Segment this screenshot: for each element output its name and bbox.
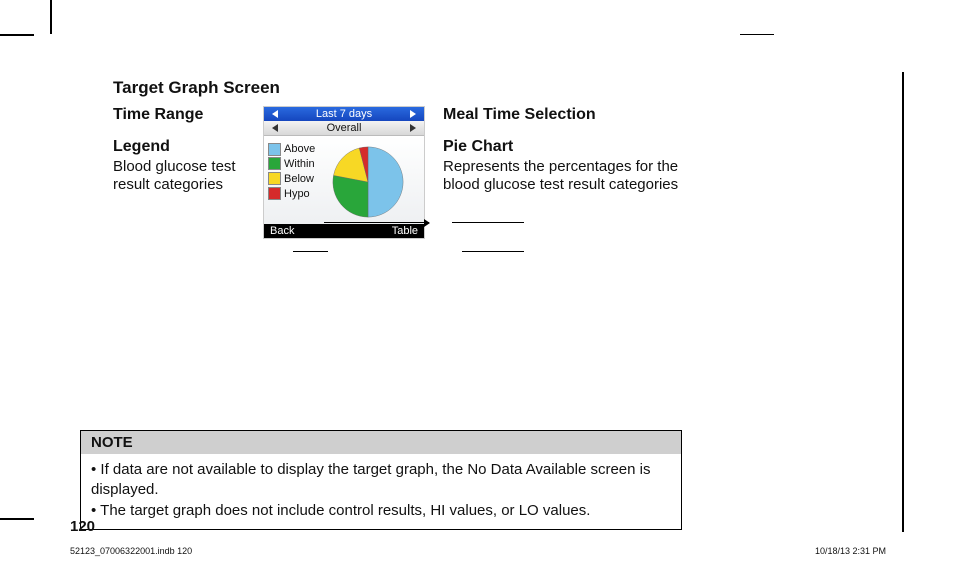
legend-label-hypo: Hypo bbox=[284, 188, 310, 200]
page-number: 120 bbox=[70, 518, 95, 535]
leader-line-meal-time bbox=[452, 222, 524, 223]
legend-item-above: Above bbox=[268, 142, 315, 157]
leader-line-time-range bbox=[324, 222, 429, 223]
crop-mark bbox=[50, 0, 52, 34]
crop-mark bbox=[740, 34, 774, 35]
page-content: Target Graph Screen Time Range Legend Bl… bbox=[70, 60, 890, 239]
footer-timestamp: 10/18/13 2:31 PM bbox=[815, 546, 886, 556]
note-box: NOTE • If data are not available to disp… bbox=[80, 430, 682, 530]
note-bullet-text: The target graph does not include contro… bbox=[100, 502, 590, 519]
legend-label-below: Below bbox=[284, 173, 314, 185]
legend-label-within: Within bbox=[284, 158, 315, 170]
pie-slice-within bbox=[332, 175, 367, 217]
legend-item-hypo: Hypo bbox=[268, 187, 315, 202]
callout-meal-time-heading: Meal Time Selection bbox=[443, 106, 713, 124]
callout-legend-heading: Legend bbox=[113, 138, 263, 156]
callout-legend-body: Blood glucose test result categories bbox=[113, 158, 263, 194]
swatch-below-icon bbox=[268, 172, 281, 185]
legend-item-below: Below bbox=[268, 172, 315, 187]
leader-line-pie-chart bbox=[462, 251, 524, 252]
device-table-button[interactable]: Table bbox=[392, 225, 418, 237]
device-legend: Above Within Below Hypo bbox=[268, 140, 315, 224]
chevron-right-icon[interactable] bbox=[410, 124, 416, 132]
crop-mark bbox=[0, 34, 34, 36]
device-time-range-label: Last 7 days bbox=[316, 108, 372, 120]
note-bullet-text: If data are not available to display the… bbox=[91, 461, 651, 498]
callout-pie-chart-body: Represents the percentages for the blood… bbox=[443, 158, 713, 194]
note-heading: NOTE bbox=[81, 431, 681, 454]
pie-slice-above bbox=[368, 147, 403, 217]
note-content: • If data are not available to display t… bbox=[81, 454, 681, 529]
chevron-left-icon[interactable] bbox=[272, 110, 278, 118]
footer-file-info: 52123_07006322001.indb 120 bbox=[70, 546, 192, 556]
swatch-hypo-icon bbox=[268, 187, 281, 200]
chevron-right-icon[interactable] bbox=[410, 110, 416, 118]
device-pie-chart bbox=[315, 140, 420, 224]
swatch-within-icon bbox=[268, 157, 281, 170]
page-right-edge bbox=[902, 72, 904, 532]
note-bullet: • If data are not available to display t… bbox=[91, 460, 671, 501]
legend-label-above: Above bbox=[284, 143, 315, 155]
device-time-range-bar[interactable]: Last 7 days bbox=[264, 107, 424, 121]
callout-pie-chart-heading: Pie Chart bbox=[443, 138, 713, 156]
swatch-above-icon bbox=[268, 143, 281, 156]
device-meal-time-bar[interactable]: Overall bbox=[264, 121, 424, 136]
chevron-left-icon[interactable] bbox=[272, 124, 278, 132]
crop-mark bbox=[0, 518, 34, 520]
legend-item-within: Within bbox=[268, 157, 315, 172]
page-title: Target Graph Screen bbox=[113, 78, 890, 98]
device-screenshot: Last 7 days Overall Above Within Below H… bbox=[263, 106, 425, 239]
note-bullet: • The target graph does not include cont… bbox=[91, 501, 671, 521]
device-back-button[interactable]: Back bbox=[270, 225, 294, 237]
leader-line-legend bbox=[293, 251, 328, 252]
callout-time-range-heading: Time Range bbox=[113, 106, 263, 124]
device-meal-time-label: Overall bbox=[327, 122, 362, 134]
